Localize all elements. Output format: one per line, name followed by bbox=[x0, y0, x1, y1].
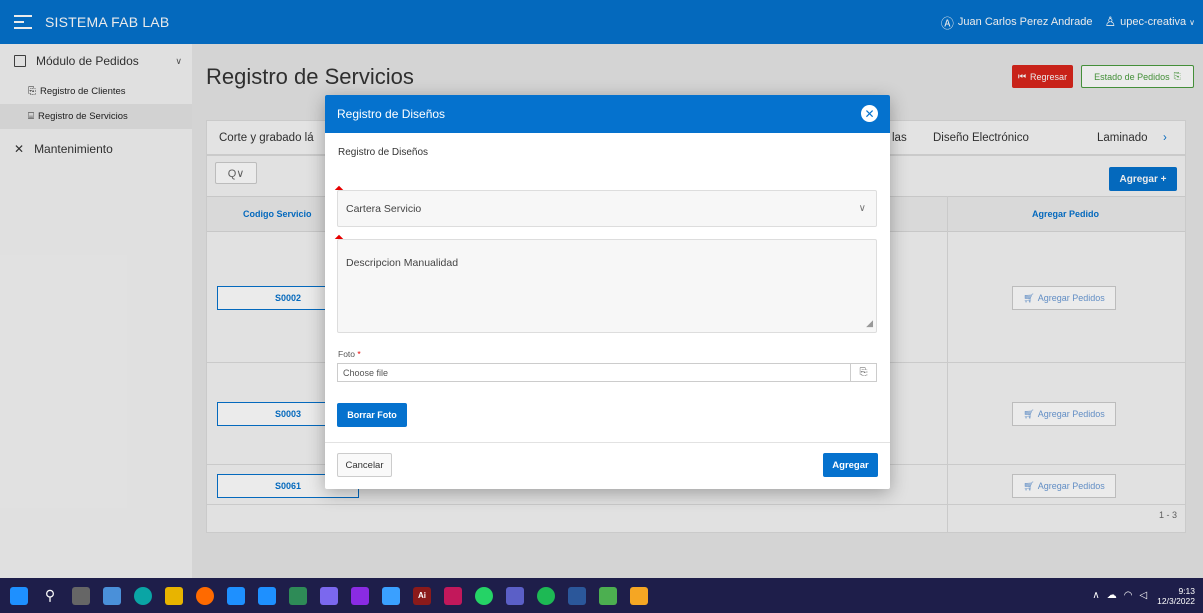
search-icon[interactable]: ⚲ bbox=[41, 587, 59, 605]
clock[interactable]: 9:13 12/3/2022 bbox=[1157, 586, 1195, 606]
cloud-icon[interactable] bbox=[103, 586, 121, 605]
app-icon[interactable] bbox=[444, 586, 462, 605]
cartera-servicio-select[interactable]: Cartera Servicio ∨ bbox=[337, 190, 877, 227]
whatsapp-icon[interactable] bbox=[475, 586, 493, 605]
close-icon[interactable]: ✕ bbox=[861, 105, 878, 122]
foto-label-text: Foto bbox=[338, 349, 356, 359]
wifi-icon[interactable]: ◠ bbox=[1124, 590, 1133, 601]
agregar-submit-button[interactable]: Agregar bbox=[823, 453, 878, 477]
app-icon[interactable] bbox=[258, 586, 276, 605]
teams-icon[interactable] bbox=[506, 586, 524, 605]
app-icon[interactable] bbox=[289, 586, 307, 605]
textarea-value: Descripcion Manualidad bbox=[346, 257, 459, 269]
resize-handle-icon[interactable]: ◢ bbox=[866, 318, 873, 329]
dialog-subtitle: Registro de Diseños bbox=[338, 147, 429, 158]
visual-studio-icon[interactable] bbox=[320, 586, 338, 605]
illustrator-icon[interactable]: Ai bbox=[413, 586, 431, 605]
browse-file-icon[interactable]: ⎘ bbox=[850, 364, 876, 381]
file-explorer-icon[interactable] bbox=[165, 586, 183, 605]
file-placeholder: Choose file bbox=[343, 367, 389, 378]
descripcion-textarea[interactable]: Descripcion Manualidad ◢ bbox=[337, 239, 877, 333]
chevron-down-icon: ∨ bbox=[858, 203, 866, 214]
visual-studio-icon[interactable] bbox=[351, 586, 369, 605]
spotify-icon[interactable] bbox=[537, 586, 555, 605]
dialog-footer: Cancelar Agregar bbox=[325, 442, 890, 489]
clock-time: 9:13 bbox=[1178, 585, 1195, 596]
edge-icon[interactable] bbox=[134, 586, 152, 605]
windows-start-icon[interactable] bbox=[10, 586, 28, 605]
required-asterisk: * bbox=[357, 349, 361, 359]
task-view-icon[interactable] bbox=[72, 586, 90, 605]
dialog-title: Registro de Diseños bbox=[337, 107, 446, 121]
app-icon[interactable] bbox=[599, 586, 617, 605]
cloud-icon[interactable]: ☁ bbox=[1107, 590, 1117, 601]
registro-disenos-dialog: Registro de Diseños ✕ Registro de Diseño… bbox=[325, 95, 890, 489]
clock-date: 12/3/2022 bbox=[1157, 595, 1195, 606]
firefox-icon[interactable] bbox=[196, 586, 214, 605]
app-icon[interactable] bbox=[227, 586, 245, 605]
app-icon[interactable] bbox=[382, 586, 400, 605]
select-value: Cartera Servicio bbox=[346, 203, 422, 215]
chevron-up-icon[interactable]: ∧ bbox=[1092, 590, 1099, 601]
volume-icon[interactable]: ◁ bbox=[1139, 590, 1147, 601]
foto-label: Foto * bbox=[338, 349, 361, 359]
word-icon[interactable] bbox=[568, 586, 586, 605]
app-icon[interactable] bbox=[630, 586, 648, 605]
system-tray: ∧ ☁ ◠ ◁ 9:13 12/3/2022 bbox=[1085, 586, 1195, 606]
cancelar-button[interactable]: Cancelar bbox=[337, 453, 392, 477]
dialog-header: Registro de Diseños bbox=[325, 95, 890, 133]
borrar-foto-button[interactable]: Borrar Foto bbox=[337, 403, 407, 427]
windows-taskbar: ⚲ Ai ∧ ☁ ◠ ◁ 9:13 12/3/2022 bbox=[0, 578, 1203, 613]
foto-file-input[interactable]: Choose file ⎘ bbox=[337, 363, 877, 382]
